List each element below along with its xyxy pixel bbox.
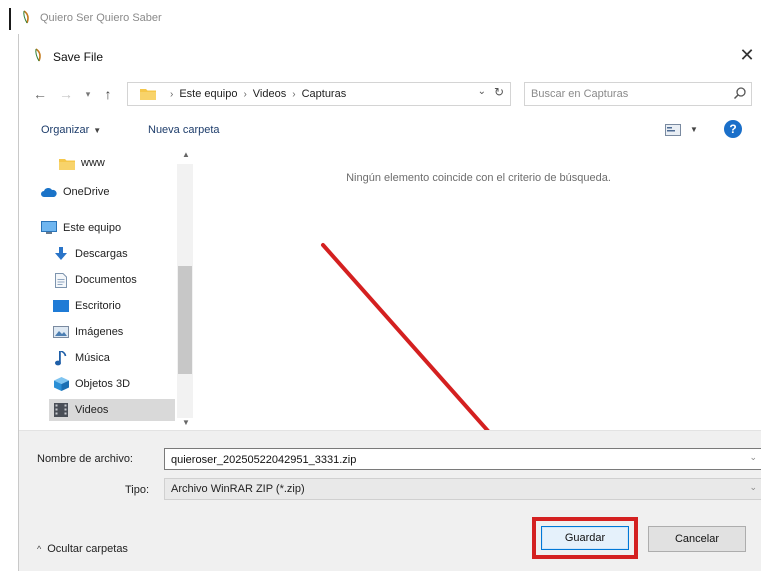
feather-icon: [22, 10, 32, 27]
sidebar-item-videos[interactable]: Videos: [49, 399, 175, 421]
breadcrumb-segment-videos[interactable]: Videos: [253, 88, 286, 100]
chevron-down-icon[interactable]: ▼: [690, 125, 698, 134]
back-arrow-icon[interactable]: ←: [31, 82, 49, 106]
chevron-down-icon: ▼: [93, 126, 102, 135]
sidebar-item-escritorio[interactable]: Escritorio: [53, 295, 171, 317]
help-button[interactable]: ?: [724, 120, 742, 138]
dialog-titlebar: Save File ✕: [19, 34, 761, 78]
chevron-down-icon[interactable]: ⌄: [478, 86, 486, 97]
cloud-icon: [41, 184, 57, 200]
sidebar-item-imagenes[interactable]: Imágenes: [53, 321, 171, 343]
parent-window-edge: [9, 8, 11, 30]
navigation-pane: www OneDrive Este equipo Descargas Docum…: [19, 150, 195, 430]
command-toolbar: Organizar ▼ Nueva carpeta ▼ ?: [19, 114, 761, 150]
organize-menu-button[interactable]: Organizar ▼: [41, 124, 101, 136]
breadcrumb-segment-capturas[interactable]: Capturas: [302, 88, 347, 100]
close-button[interactable]: ✕: [736, 44, 758, 66]
sidebar-item-este-equipo[interactable]: Este equipo: [41, 217, 171, 239]
file-list-area[interactable]: Ningún elemento coincide con el criterio…: [195, 150, 761, 518]
document-icon: [53, 272, 69, 288]
forward-arrow-icon[interactable]: →: [57, 82, 75, 106]
filename-input[interactable]: [171, 452, 731, 467]
sidebar-item-documentos[interactable]: Documentos: [53, 269, 171, 291]
scrollbar-thumb[interactable]: [178, 266, 192, 374]
scroll-up-icon[interactable]: ▲: [179, 150, 193, 164]
search-input[interactable]: [531, 86, 721, 102]
up-arrow-icon[interactable]: ↑: [99, 82, 117, 106]
videos-icon: [53, 402, 69, 418]
save-button[interactable]: Guardar: [541, 526, 629, 550]
music-icon: [53, 350, 69, 366]
file-type-value: Archivo WinRAR ZIP (*.zip): [171, 483, 305, 495]
download-icon: [53, 246, 69, 262]
refresh-icon[interactable]: ↻: [494, 85, 504, 99]
parent-window-title: Quiero Ser Quiero Saber: [40, 12, 162, 24]
new-folder-button[interactable]: Nueva carpeta: [148, 124, 220, 136]
folder-icon: [59, 155, 75, 171]
pictures-icon: [53, 324, 69, 340]
navigation-bar: ← → ▾ ↑ › Este equipo › Videos › Capturas ⌄ ↻: [19, 78, 761, 110]
view-options-icon[interactable]: [665, 124, 681, 139]
address-bar[interactable]: › Este equipo › Videos › Capturas ⌄ ↻: [127, 82, 511, 106]
cancel-button[interactable]: Cancelar: [648, 526, 746, 552]
filename-label: Nombre de archivo:: [37, 453, 133, 465]
save-file-dialog: Save File ✕ ← → ▾ ↑ › Este equipo › Videos ›…: [18, 34, 761, 571]
chevron-up-icon: ^: [37, 544, 42, 554]
filename-combobox[interactable]: ⌄: [164, 448, 761, 470]
sidebar-item-onedrive[interactable]: OneDrive: [41, 181, 171, 203]
file-type-label: Tipo:: [125, 484, 150, 496]
chevron-down-icon[interactable]: ⌄: [749, 452, 757, 463]
sidebar-item-descargas[interactable]: Descargas: [53, 243, 171, 265]
dialog-title: Save File: [53, 50, 104, 64]
chevron-down-icon[interactable]: ⌄: [749, 482, 757, 493]
recent-locations-chevron-icon[interactable]: ▾: [79, 82, 97, 106]
search-icon[interactable]: [733, 86, 747, 103]
computer-icon: [41, 220, 57, 236]
parent-window-titlebar: Quiero Ser Quiero Saber: [0, 0, 761, 34]
breadcrumb: › Este equipo › Videos › Capturas: [170, 88, 347, 100]
folder-icon: [140, 87, 156, 100]
search-box[interactable]: [524, 82, 752, 106]
hide-folders-toggle[interactable]: ^ Ocultar carpetas: [37, 543, 128, 555]
sidebar-item-www[interactable]: www: [59, 152, 171, 174]
feather-icon: [34, 48, 44, 65]
sidebar-item-objetos-3d[interactable]: Objetos 3D: [53, 373, 171, 395]
objects3d-icon: [53, 376, 69, 392]
breadcrumb-segment-este-equipo[interactable]: Este equipo: [179, 88, 237, 100]
save-button-highlight: Guardar: [532, 517, 638, 559]
dialog-footer: Nombre de archivo: ⌄ Tipo: Archivo WinRA…: [19, 430, 761, 571]
file-type-select[interactable]: Archivo WinRAR ZIP (*.zip) ⌄: [164, 478, 761, 500]
desktop-icon: [53, 298, 69, 314]
sidebar-item-musica[interactable]: Música: [53, 347, 171, 369]
